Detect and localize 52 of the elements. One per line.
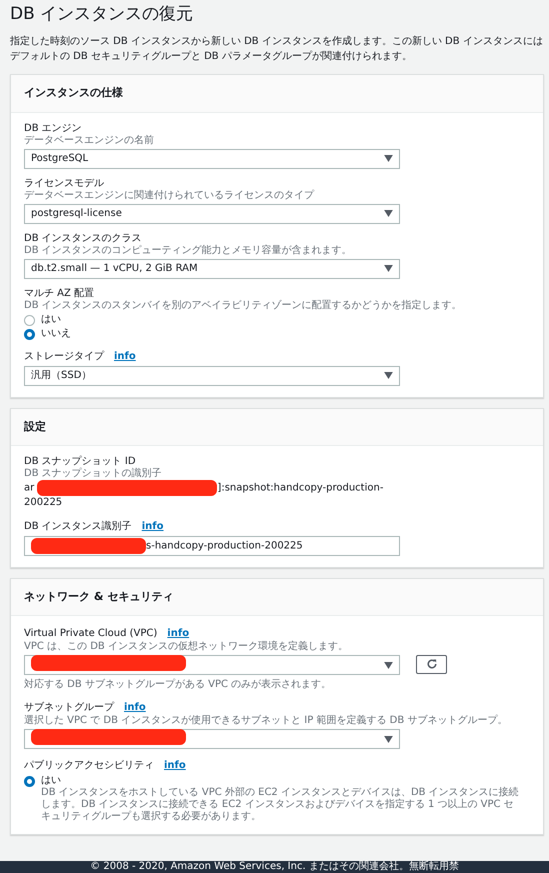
field-label: DB インスタンス識別子 [24,520,132,533]
field-label: DB スナップショット ID [24,456,136,468]
caret-icon [384,155,393,162]
page-description: 指定した時刻のソース DB インスタンスから新しい DB インスタンスを作成します。この新しい DB インスタンスにはデフォルトの DB セキュリティグループと DB パラメータグループが関連付けられます。 [10,34,544,64]
field-label: パブリックアクセシビリティ [24,760,154,772]
field-hint: データベースエンジンの名前 [24,134,155,147]
text-input[interactable]: s-handcopy-production-200225 [24,536,400,556]
section-title: 設定 [11,408,543,446]
page-title: DB インスタンスの復元 [10,4,194,24]
radio-button[interactable] [24,314,35,326]
radio-button[interactable] [24,328,35,340]
radio-button[interactable] [24,776,35,788]
field-hint: VPC は、この DB インスタンスの仮想ネットワーク環境を定義します。 [24,641,349,654]
info-link[interactable]: info [164,758,186,774]
radio-label: いいえ [41,328,71,340]
info-link[interactable]: info [114,348,136,364]
caret-icon [384,736,393,743]
info-link[interactable]: info [124,700,146,716]
field-label: ライセンスモデル [24,178,104,190]
option-description: DB インスタンスをホストしている VPC 外部の EC2 インスタンスとデバイスは、DB インスタンスに接続します。DB インスタンスに接続できる EC2 インスタンスおよびデバイスを指定する 1 つ以上の VPC セキュリティグループも選択する必要があります。 [41,787,520,824]
field-label: ストレージタイプ [24,350,104,363]
info-link[interactable]: info [142,518,164,534]
field-note: 対応する DB サブネットグループがある VPC のみが表示されます。 [24,679,332,692]
field-hint: 選択した VPC で DB インスタンスが使用できるサブネットと IP 範囲を定義する DB サブネットグループ。 [24,715,508,728]
section-title: インスタンスの仕様 [11,75,543,113]
select-field[interactable] [24,729,400,750]
caret-icon [384,265,393,272]
refresh-icon [426,658,438,670]
info-link[interactable]: info [167,626,190,642]
radio-label: はい [41,314,61,326]
field-label: Virtual Private Cloud (VPC) [24,628,158,640]
field-hint: データベースエンジンに関連付けられているライセンスのタイプ [24,190,316,202]
field-label: DB インスタンスのクラス [24,232,142,245]
select-field[interactable]: PostgreSQL [24,148,400,169]
select-field[interactable] [24,655,400,676]
field-label: DB エンジン [24,122,82,135]
select-field[interactable]: postgresql-license [24,204,400,224]
field-hint: DB スナップショットの識別子 [24,468,163,480]
field-label: マルチ AZ 配置 [24,288,94,300]
field-hint: DB インスタンスのコンピューティング能力とメモリ容量が含まれます。 [24,244,353,257]
footer-copyright: © 2008 - 2020, Amazon Web Services, Inc. またはその関連会社。無断転用禁 [0,861,549,873]
caret-icon [384,210,393,218]
field-value: ar ]:snapshot:handcopy-production-200225 [24,480,384,510]
field-label: サブネットグループ [24,702,114,714]
select-field[interactable]: db.t2.small — 1 vCPU, 2 GiB RAM [24,258,400,279]
refresh-button[interactable] [416,654,447,674]
radio-label: はい [41,775,62,788]
caret-icon [384,372,393,380]
caret-icon [384,662,393,669]
section-title: ネットワーク & セキュリティ [11,578,543,616]
field-hint: DB インスタンスのスタンバイを別のアベイラビリティゾーンに配置するかどうかを指定します。 [24,300,463,312]
select-field[interactable]: 汎用（SSD） [24,366,400,386]
